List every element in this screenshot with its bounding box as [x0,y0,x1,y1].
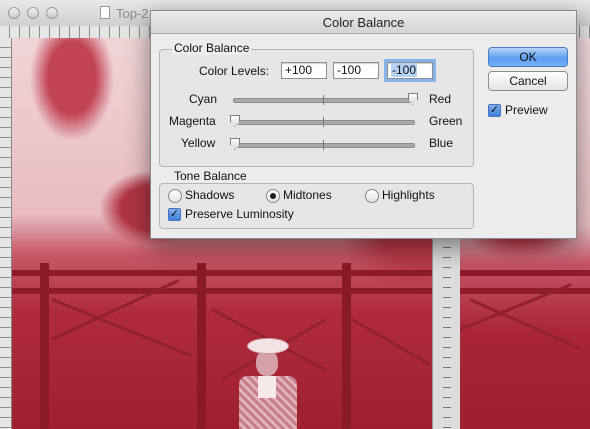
slider-center-tick [323,117,324,127]
magenta-green-slider-track[interactable] [230,115,415,127]
preview-checkbox[interactable]: ✓ [488,104,501,117]
photo-person [234,338,304,429]
midtones-radio[interactable] [266,189,280,203]
yellow-blue-slider-track[interactable] [230,138,415,150]
minimize-window-button[interactable] [27,7,39,19]
fence-branch [469,298,581,350]
shadows-radio[interactable] [168,189,182,203]
highlights-label[interactable]: Highlights [382,188,435,202]
slider-green-label: Green [429,114,463,128]
fence-post [342,263,351,429]
fence-post [197,263,206,429]
tone-balance-legend: Tone Balance [172,169,249,183]
fence-rail [12,288,432,294]
preserve-luminosity-label[interactable]: Preserve Luminosity [185,207,294,221]
vertical-ruler[interactable] [0,38,12,429]
slider-blue-label: Blue [429,136,454,150]
color-balance-dialog: Color Balance Color Balance Color Levels… [150,10,577,239]
highlights-radio[interactable] [365,189,379,203]
slider-center-tick [323,140,324,150]
color-balance-legend: Color Balance [172,41,252,55]
slider-magenta-label: Magenta [169,114,216,128]
slider-cyan-label: Cyan [189,92,218,106]
color-level-cyan-red-field[interactable]: +100 [281,62,327,79]
dialog-titlebar[interactable]: Color Balance [151,11,576,34]
fence-rail [460,288,590,294]
fence-post [40,263,49,429]
document-title: Top-2 [116,6,149,21]
close-window-button[interactable] [8,7,20,19]
color-level-magenta-green-field[interactable]: -100 [333,62,379,79]
preview-label[interactable]: Preview [505,103,548,117]
slider-red-label: Red [429,92,452,106]
slider-center-tick [323,95,324,105]
color-level-yellow-blue-field[interactable]: -100 [384,59,436,82]
ok-button[interactable]: OK [488,47,568,67]
fence-rail [460,270,590,276]
slider-yellow-label: Yellow [181,136,216,150]
preserve-luminosity-checkbox[interactable]: ✓ [168,208,181,221]
color-levels-label: Color Levels: [199,64,270,78]
dialog-title: Color Balance [322,15,405,30]
document-icon [100,6,110,19]
cyan-red-slider-track[interactable] [233,93,418,105]
shadows-label[interactable]: Shadows [185,188,234,202]
cancel-button[interactable]: Cancel [488,71,568,91]
fence-rail [12,270,432,276]
fence-branch [351,318,431,366]
midtones-label[interactable]: Midtones [283,188,332,202]
zoom-window-button[interactable] [46,7,58,19]
